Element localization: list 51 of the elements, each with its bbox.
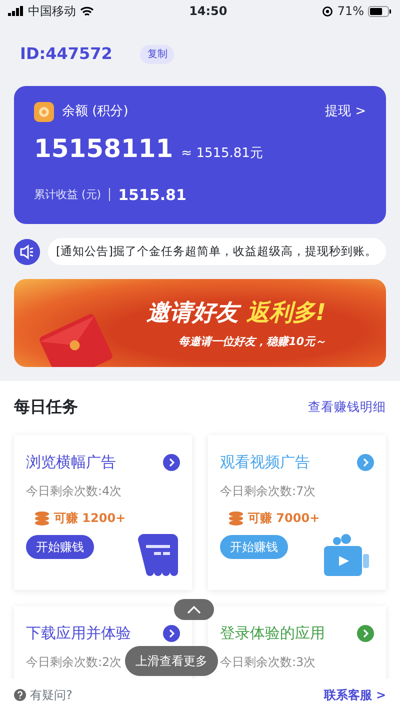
wifi-icon [80, 6, 94, 16]
total-earnings-label: 累计收益 (元) [34, 186, 102, 202]
coin-stack-icon [228, 510, 244, 526]
section-title: 每日任务 [14, 396, 78, 418]
carrier-name: 中国移动 [28, 3, 76, 20]
banner-subtitle: 每邀请一位好友，稳赚10元～ [178, 334, 326, 350]
help-text: 有疑问? [30, 687, 72, 704]
contact-support-link[interactable]: 联系客服 > [324, 686, 386, 704]
chevron-up-icon [187, 606, 201, 614]
coin-icon [34, 102, 54, 122]
battery-percent: 71% [337, 3, 364, 20]
status-time: 14:50 [189, 3, 228, 20]
invite-banner[interactable]: 邀请好友 返利多! 每邀请一位好友，稳赚10元～ [14, 279, 386, 368]
scroll-hint-toast: 上滑查看更多 [125, 646, 218, 676]
total-earnings-value: 1515.81 [118, 184, 186, 206]
earn-amount: 可赚 7000+ [248, 510, 320, 528]
banner-title: 邀请好友 返利多! [146, 298, 326, 328]
remaining-count: 今日剩余次数:7次 [220, 482, 316, 500]
divider-line [109, 188, 110, 202]
balance-label: 余额 (积分) [62, 103, 128, 122]
chevron-circle-icon[interactable] [357, 454, 374, 471]
remaining-count: 今日剩余次数:2次 [26, 654, 122, 671]
task-title: 观看视频广告 [220, 452, 310, 474]
chevron-circle-icon[interactable] [163, 625, 180, 642]
approx-value: ≈ 1515.81元 [181, 145, 263, 163]
chevron-circle-icon[interactable] [357, 625, 374, 642]
account-id: ID:447572 [20, 43, 112, 65]
ticket-icon [138, 534, 178, 576]
task-title: 浏览横幅广告 [26, 452, 116, 474]
chevron-circle-icon[interactable] [163, 454, 180, 471]
coin-stack-icon [34, 510, 50, 526]
help-icon [14, 689, 26, 701]
task-card[interactable]: 浏览横幅广告 今日剩余次数:4次 可赚 1200+ 开始赚钱 [14, 435, 192, 590]
scroll-up-toast[interactable] [174, 599, 214, 620]
battery-icon [368, 6, 392, 16]
task-title: 登录体验的应用 [220, 623, 325, 644]
notice-text: [通知公告]掘了个金任务超简单，收益超级高，提现秒到账。 [48, 238, 386, 266]
rotation-lock-icon [322, 6, 334, 16]
remaining-count: 今日剩余次数:3次 [220, 654, 316, 671]
start-earning-button[interactable]: 开始赚钱 [26, 535, 94, 560]
copy-button[interactable]: 复制 [140, 44, 174, 64]
video-camera-icon [324, 534, 372, 576]
speaker-icon [14, 238, 40, 265]
points-value: 15158111 [34, 133, 174, 165]
details-link[interactable]: 查看赚钱明细 [308, 398, 386, 417]
task-card[interactable]: 观看视频广告 今日剩余次数:7次 可赚 7000+ 开始赚钱 [208, 435, 386, 590]
earn-amount: 可赚 1200+ [54, 510, 126, 528]
remaining-count: 今日剩余次数:4次 [26, 482, 122, 500]
withdraw-link[interactable]: 提现 > [324, 102, 366, 122]
signal-icon [8, 6, 24, 16]
task-title: 下载应用并体验 [26, 623, 131, 644]
